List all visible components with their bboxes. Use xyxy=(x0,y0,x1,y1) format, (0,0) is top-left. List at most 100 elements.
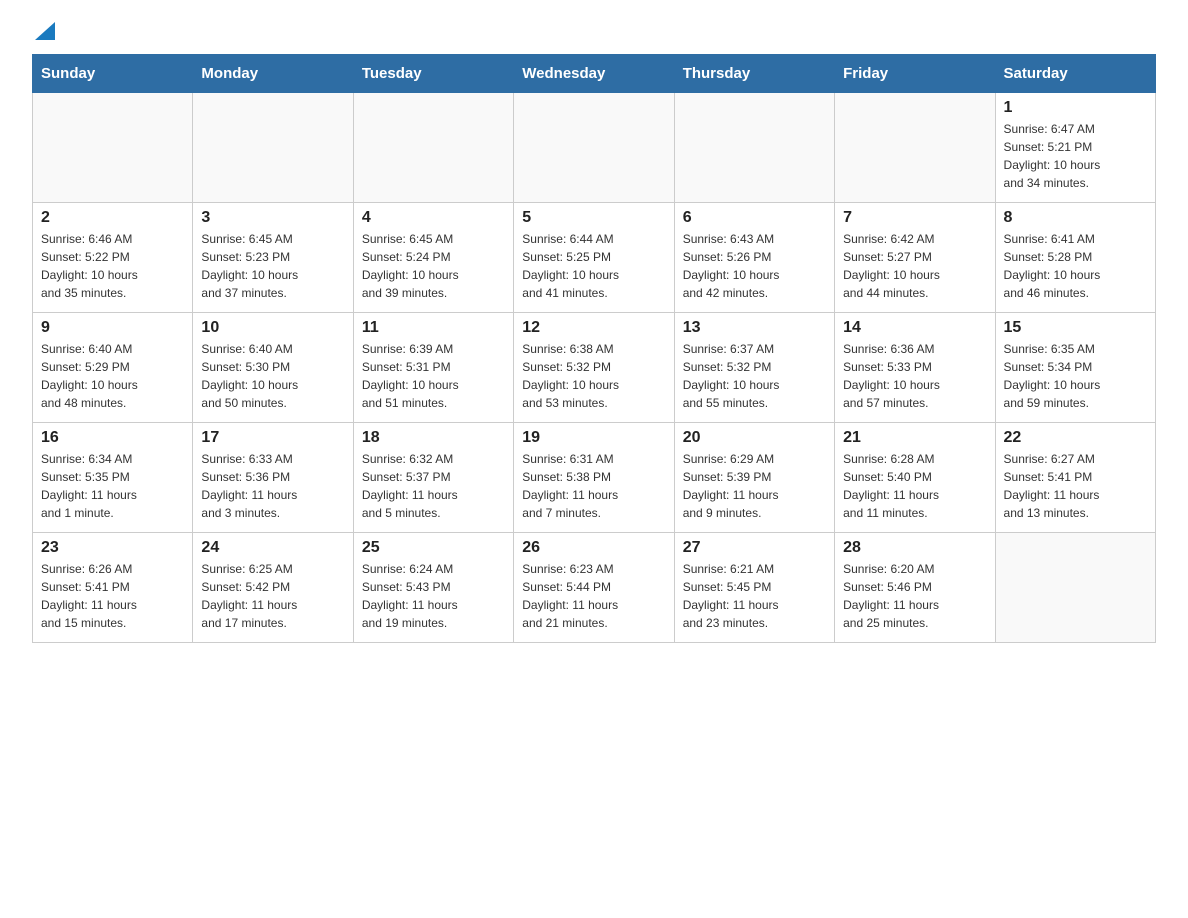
day-number: 4 xyxy=(362,209,505,227)
day-info: Sunrise: 6:44 AMSunset: 5:25 PMDaylight:… xyxy=(522,230,665,302)
weekday-header-wednesday: Wednesday xyxy=(514,55,674,93)
calendar-cell: 15Sunrise: 6:35 AMSunset: 5:34 PMDayligh… xyxy=(995,313,1155,423)
day-number: 26 xyxy=(522,539,665,557)
day-number: 17 xyxy=(201,429,344,447)
day-number: 3 xyxy=(201,209,344,227)
weekday-header-friday: Friday xyxy=(835,55,995,93)
calendar-cell: 9 Sunrise: 6:40 AMSunset: 5:29 PMDaylight… xyxy=(33,313,193,423)
calendar-table: SundayMondayTuesdayWednesdayThursdayFrid… xyxy=(32,54,1156,643)
day-info: Sunrise: 6:45 AMSunset: 5:24 PMDaylight:… xyxy=(362,230,505,302)
day-info: Sunrise: 6:33 AMSunset: 5:36 PMDaylight:… xyxy=(201,450,344,522)
day-info: Sunrise: 6:21 AMSunset: 5:45 PMDaylight:… xyxy=(683,560,826,632)
calendar-cell xyxy=(353,93,513,203)
day-info: Sunrise: 6:46 AMSunset: 5:22 PMDaylight:… xyxy=(41,230,184,302)
calendar-cell: 13 Sunrise: 6:37 AMSunset: 5:32 PMDayligh… xyxy=(674,313,834,423)
calendar-cell: 10 Sunrise: 6:40 AMSunset: 5:30 PMDayligh… xyxy=(193,313,353,423)
day-number: 12 xyxy=(522,319,665,337)
calendar-week-1: 1 Sunrise: 6:47 AMSunset: 5:21 PMDaylight… xyxy=(33,93,1156,203)
calendar-cell: 22 Sunrise: 6:27 AMSunset: 5:41 PMDayligh… xyxy=(995,423,1155,533)
calendar-cell xyxy=(674,93,834,203)
logo xyxy=(32,24,55,38)
day-number: 21 xyxy=(843,429,986,447)
day-info: Sunrise: 6:23 AMSunset: 5:44 PMDaylight:… xyxy=(522,560,665,632)
day-number: 5 xyxy=(522,209,665,227)
day-info: Sunrise: 6:38 AMSunset: 5:32 PMDaylight:… xyxy=(522,340,665,412)
calendar-cell: 5 Sunrise: 6:44 AMSunset: 5:25 PMDaylight… xyxy=(514,203,674,313)
day-info: Sunrise: 6:36 AMSunset: 5:33 PMDaylight:… xyxy=(843,340,986,412)
calendar-cell: 26 Sunrise: 6:23 AMSunset: 5:44 PMDayligh… xyxy=(514,533,674,643)
calendar-cell: 24Sunrise: 6:25 AMSunset: 5:42 PMDayligh… xyxy=(193,533,353,643)
calendar-cell: 25 Sunrise: 6:24 AMSunset: 5:43 PMDayligh… xyxy=(353,533,513,643)
weekday-header-saturday: Saturday xyxy=(995,55,1155,93)
calendar-cell: 12 Sunrise: 6:38 AMSunset: 5:32 PMDayligh… xyxy=(514,313,674,423)
calendar-cell: 19 Sunrise: 6:31 AMSunset: 5:38 PMDayligh… xyxy=(514,423,674,533)
calendar-header-row: SundayMondayTuesdayWednesdayThursdayFrid… xyxy=(33,55,1156,93)
weekday-header-tuesday: Tuesday xyxy=(353,55,513,93)
day-number: 19 xyxy=(522,429,665,447)
day-number: 13 xyxy=(683,319,826,337)
calendar-cell: 1 Sunrise: 6:47 AMSunset: 5:21 PMDaylight… xyxy=(995,93,1155,203)
logo-triangle-icon xyxy=(35,22,55,42)
calendar-cell xyxy=(995,533,1155,643)
day-info: Sunrise: 6:32 AMSunset: 5:37 PMDaylight:… xyxy=(362,450,505,522)
day-number: 27 xyxy=(683,539,826,557)
day-number: 14 xyxy=(843,319,986,337)
calendar-cell: 28 Sunrise: 6:20 AMSunset: 5:46 PMDayligh… xyxy=(835,533,995,643)
day-info: Sunrise: 6:40 AMSunset: 5:29 PMDaylight:… xyxy=(41,340,184,412)
day-number: 1 xyxy=(1004,99,1147,117)
calendar-week-4: 16Sunrise: 6:34 AMSunset: 5:35 PMDayligh… xyxy=(33,423,1156,533)
day-info: Sunrise: 6:26 AMSunset: 5:41 PMDaylight:… xyxy=(41,560,184,632)
day-info: Sunrise: 6:27 AMSunset: 5:41 PMDaylight:… xyxy=(1004,450,1147,522)
calendar-cell: 14 Sunrise: 6:36 AMSunset: 5:33 PMDayligh… xyxy=(835,313,995,423)
day-number: 11 xyxy=(362,319,505,337)
day-number: 8 xyxy=(1004,209,1147,227)
day-info: Sunrise: 6:45 AMSunset: 5:23 PMDaylight:… xyxy=(201,230,344,302)
calendar-cell: 2 Sunrise: 6:46 AMSunset: 5:22 PMDaylight… xyxy=(33,203,193,313)
calendar-cell: 4 Sunrise: 6:45 AMSunset: 5:24 PMDaylight… xyxy=(353,203,513,313)
day-number: 7 xyxy=(843,209,986,227)
calendar-cell: 27 Sunrise: 6:21 AMSunset: 5:45 PMDayligh… xyxy=(674,533,834,643)
day-number: 6 xyxy=(683,209,826,227)
weekday-header-monday: Monday xyxy=(193,55,353,93)
day-info: Sunrise: 6:37 AMSunset: 5:32 PMDaylight:… xyxy=(683,340,826,412)
day-info: Sunrise: 6:35 AMSunset: 5:34 PMDaylight:… xyxy=(1004,340,1147,412)
day-info: Sunrise: 6:29 AMSunset: 5:39 PMDaylight:… xyxy=(683,450,826,522)
day-number: 18 xyxy=(362,429,505,447)
day-number: 16 xyxy=(41,429,184,447)
weekday-header-sunday: Sunday xyxy=(33,55,193,93)
calendar-week-3: 9 Sunrise: 6:40 AMSunset: 5:29 PMDaylight… xyxy=(33,313,1156,423)
day-info: Sunrise: 6:25 AMSunset: 5:42 PMDaylight:… xyxy=(201,560,344,632)
calendar-week-2: 2 Sunrise: 6:46 AMSunset: 5:22 PMDaylight… xyxy=(33,203,1156,313)
calendar-cell xyxy=(193,93,353,203)
calendar-cell: 11 Sunrise: 6:39 AMSunset: 5:31 PMDayligh… xyxy=(353,313,513,423)
day-number: 22 xyxy=(1004,429,1147,447)
calendar-cell: 23 Sunrise: 6:26 AMSunset: 5:41 PMDayligh… xyxy=(33,533,193,643)
calendar-cell: 8Sunrise: 6:41 AMSunset: 5:28 PMDaylight… xyxy=(995,203,1155,313)
day-info: Sunrise: 6:28 AMSunset: 5:40 PMDaylight:… xyxy=(843,450,986,522)
calendar-cell: 18 Sunrise: 6:32 AMSunset: 5:37 PMDayligh… xyxy=(353,423,513,533)
day-info: Sunrise: 6:40 AMSunset: 5:30 PMDaylight:… xyxy=(201,340,344,412)
day-number: 2 xyxy=(41,209,184,227)
day-info: Sunrise: 6:39 AMSunset: 5:31 PMDaylight:… xyxy=(362,340,505,412)
calendar-week-5: 23 Sunrise: 6:26 AMSunset: 5:41 PMDayligh… xyxy=(33,533,1156,643)
calendar-cell: 20Sunrise: 6:29 AMSunset: 5:39 PMDayligh… xyxy=(674,423,834,533)
day-info: Sunrise: 6:20 AMSunset: 5:46 PMDaylight:… xyxy=(843,560,986,632)
calendar-cell: 6Sunrise: 6:43 AMSunset: 5:26 PMDaylight… xyxy=(674,203,834,313)
day-number: 23 xyxy=(41,539,184,557)
day-number: 9 xyxy=(41,319,184,337)
day-info: Sunrise: 6:42 AMSunset: 5:27 PMDaylight:… xyxy=(843,230,986,302)
weekday-header-thursday: Thursday xyxy=(674,55,834,93)
day-info: Sunrise: 6:47 AMSunset: 5:21 PMDaylight:… xyxy=(1004,120,1147,192)
day-number: 28 xyxy=(843,539,986,557)
calendar-cell: 17 Sunrise: 6:33 AMSunset: 5:36 PMDayligh… xyxy=(193,423,353,533)
calendar-cell: 7 Sunrise: 6:42 AMSunset: 5:27 PMDaylight… xyxy=(835,203,995,313)
calendar-cell xyxy=(514,93,674,203)
day-info: Sunrise: 6:31 AMSunset: 5:38 PMDaylight:… xyxy=(522,450,665,522)
day-number: 10 xyxy=(201,319,344,337)
calendar-cell: 21 Sunrise: 6:28 AMSunset: 5:40 PMDayligh… xyxy=(835,423,995,533)
day-number: 25 xyxy=(362,539,505,557)
calendar-cell xyxy=(33,93,193,203)
calendar-cell: 3 Sunrise: 6:45 AMSunset: 5:23 PMDaylight… xyxy=(193,203,353,313)
day-info: Sunrise: 6:24 AMSunset: 5:43 PMDaylight:… xyxy=(362,560,505,632)
page-header xyxy=(32,24,1156,38)
